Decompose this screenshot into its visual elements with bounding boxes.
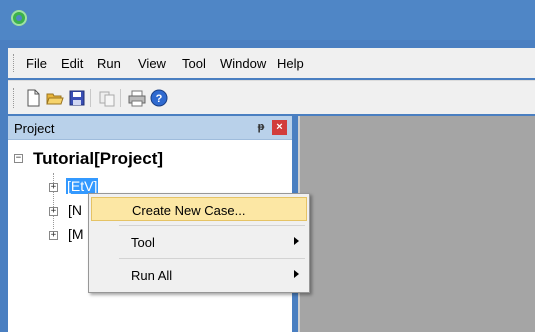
- context-menu: Create New Case... Tool Run All: [88, 193, 310, 293]
- tool-menu-label: Tool: [131, 235, 155, 250]
- title-bar: [0, 0, 535, 40]
- print-icon[interactable]: [128, 89, 146, 107]
- app-logo-icon: [11, 10, 27, 26]
- panel-close-button[interactable]: ×: [272, 120, 287, 135]
- pin-icon[interactable]: ᵽ: [255, 121, 267, 135]
- app-window: File Edit Run View Tool Window Help ? Pr…: [0, 0, 535, 332]
- tool-menu-item[interactable]: Tool: [91, 230, 307, 254]
- menu-run[interactable]: Run: [97, 56, 121, 71]
- expand-icon[interactable]: +: [49, 183, 58, 192]
- toolbar-separator: [120, 89, 121, 107]
- expand-icon[interactable]: +: [49, 231, 58, 240]
- menu-help[interactable]: Help: [277, 56, 304, 71]
- menu-file[interactable]: File: [26, 56, 47, 71]
- menu-tool[interactable]: Tool: [182, 56, 206, 71]
- menu-view[interactable]: View: [138, 56, 166, 71]
- help-icon[interactable]: ?: [150, 89, 168, 107]
- run-all-menu-item[interactable]: Run All: [91, 263, 307, 287]
- panel-title: Project: [14, 121, 55, 136]
- open-folder-icon[interactable]: [46, 89, 64, 107]
- toolbar-grip[interactable]: [13, 88, 16, 108]
- tree-root-project[interactable]: Tutorial[Project]: [33, 149, 163, 169]
- project-panel-header: Project ᵽ ×: [8, 116, 292, 140]
- submenu-arrow-icon: [294, 270, 299, 278]
- save-icon[interactable]: [68, 89, 86, 107]
- svg-text:?: ?: [156, 93, 163, 105]
- tree-item-etv[interactable]: [EtV]: [66, 178, 99, 194]
- collapse-icon[interactable]: −: [14, 154, 23, 163]
- workspace-area: [298, 116, 535, 332]
- copy-icon[interactable]: [98, 89, 116, 107]
- menu-bar: File Edit Run View Tool Window Help: [8, 48, 535, 78]
- run-all-label: Run All: [131, 268, 173, 283]
- menu-edit[interactable]: Edit: [61, 56, 83, 71]
- menu-window[interactable]: Window: [220, 56, 266, 71]
- create-new-case-label: Create New Case...: [132, 203, 246, 218]
- context-menu-separator: [119, 225, 305, 226]
- new-document-icon[interactable]: [24, 89, 42, 107]
- submenu-arrow-icon: [294, 237, 299, 245]
- context-menu-separator: [119, 258, 305, 259]
- menubar-grip[interactable]: [13, 54, 16, 72]
- tree-item-m[interactable]: [M: [68, 226, 84, 242]
- expand-icon[interactable]: +: [49, 207, 58, 216]
- toolbar: ?: [8, 80, 535, 114]
- toolbar-separator: [90, 89, 91, 107]
- create-new-case-menu-item[interactable]: Create New Case...: [91, 197, 307, 221]
- tree-item-n[interactable]: [N: [68, 202, 82, 218]
